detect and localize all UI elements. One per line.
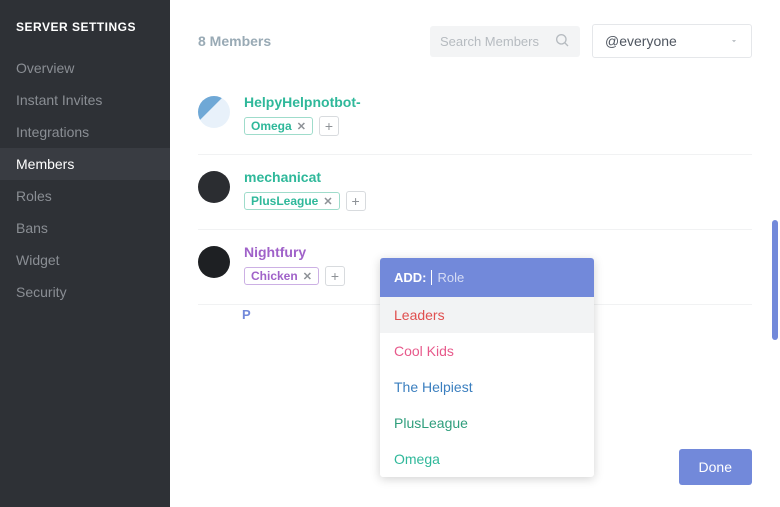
nav-label: Members bbox=[16, 156, 74, 172]
role-filter-value: @everyone bbox=[605, 33, 677, 49]
remove-role-icon[interactable]: ✕ bbox=[297, 120, 306, 133]
member-info: Nightfury Chicken ✕ + bbox=[244, 244, 345, 286]
search-icon bbox=[554, 32, 570, 51]
done-button[interactable]: Done bbox=[679, 449, 752, 485]
role-chip[interactable]: Omega ✕ bbox=[244, 117, 313, 135]
add-role-button[interactable]: + bbox=[319, 116, 339, 136]
role-option-label: The Helpiest bbox=[394, 379, 473, 395]
sidebar-item-widget[interactable]: Widget bbox=[0, 244, 170, 276]
avatar bbox=[198, 96, 230, 128]
role-option[interactable]: The Helpiest bbox=[380, 369, 594, 405]
role-chip[interactable]: PlusLeague ✕ bbox=[244, 192, 340, 210]
sidebar-item-roles[interactable]: Roles bbox=[0, 180, 170, 212]
sidebar-item-instant-invites[interactable]: Instant Invites bbox=[0, 84, 170, 116]
topbar: 8 Members @everyone bbox=[170, 0, 780, 70]
role-chips: Chicken ✕ + bbox=[244, 266, 345, 286]
nav-label: Integrations bbox=[16, 124, 89, 140]
nav-label: Roles bbox=[16, 188, 52, 204]
role-option[interactable]: Omega bbox=[380, 441, 594, 477]
popover-add-label: ADD: bbox=[394, 270, 427, 285]
add-role-button[interactable]: + bbox=[346, 191, 366, 211]
app-root: SERVER SETTINGS Overview Instant Invites… bbox=[0, 0, 780, 507]
sidebar-title: SERVER SETTINGS bbox=[0, 10, 170, 52]
role-option-label: Cool Kids bbox=[394, 343, 454, 359]
sidebar: SERVER SETTINGS Overview Instant Invites… bbox=[0, 0, 170, 507]
nav-label: Security bbox=[16, 284, 67, 300]
member-row: mechanicat PlusLeague ✕ + bbox=[198, 155, 752, 230]
role-option-label: PlusLeague bbox=[394, 415, 468, 431]
popover-placeholder: Role bbox=[438, 270, 465, 285]
role-chips: PlusLeague ✕ + bbox=[244, 191, 366, 211]
nav-label: Widget bbox=[16, 252, 60, 268]
role-option[interactable]: Cool Kids bbox=[380, 333, 594, 369]
sidebar-item-members[interactable]: Members bbox=[0, 148, 170, 180]
member-info: HelpyHelpnotbot- Omega ✕ + bbox=[244, 94, 361, 136]
text-caret-icon bbox=[431, 270, 432, 285]
add-role-button[interactable]: + bbox=[325, 266, 345, 286]
avatar bbox=[198, 246, 230, 278]
search-wrapper[interactable] bbox=[430, 26, 580, 57]
chevron-down-icon bbox=[729, 33, 739, 49]
role-option[interactable]: Leaders bbox=[380, 297, 594, 333]
sidebar-item-security[interactable]: Security bbox=[0, 276, 170, 308]
role-chip-label: PlusLeague bbox=[251, 194, 318, 208]
member-username: HelpyHelpnotbot- bbox=[244, 94, 361, 110]
role-option-label: Omega bbox=[394, 451, 440, 467]
role-option-label: Leaders bbox=[394, 307, 445, 323]
search-input[interactable] bbox=[440, 34, 554, 49]
nav-label: Bans bbox=[16, 220, 48, 236]
role-chip-label: Chicken bbox=[251, 269, 298, 283]
popover-header[interactable]: ADD: Role bbox=[380, 258, 594, 297]
remove-role-icon[interactable]: ✕ bbox=[303, 270, 312, 283]
remove-role-icon[interactable]: ✕ bbox=[323, 195, 332, 208]
role-chips: Omega ✕ + bbox=[244, 116, 361, 136]
role-chip-label: Omega bbox=[251, 119, 292, 133]
member-username: Nightfury bbox=[244, 244, 345, 260]
sidebar-item-bans[interactable]: Bans bbox=[0, 212, 170, 244]
role-option[interactable]: PlusLeague bbox=[380, 405, 594, 441]
sidebar-item-integrations[interactable]: Integrations bbox=[0, 116, 170, 148]
nav-label: Overview bbox=[16, 60, 74, 76]
nav-label: Instant Invites bbox=[16, 92, 102, 108]
avatar bbox=[198, 171, 230, 203]
member-count: 8 Members bbox=[198, 33, 418, 49]
main-panel: 8 Members @everyone HelpyHelpnotbot- bbox=[170, 0, 780, 507]
member-info: mechanicat PlusLeague ✕ + bbox=[244, 169, 366, 211]
sidebar-item-overview[interactable]: Overview bbox=[0, 52, 170, 84]
member-row: HelpyHelpnotbot- Omega ✕ + bbox=[198, 80, 752, 155]
role-chip[interactable]: Chicken ✕ bbox=[244, 267, 319, 285]
add-role-popover: ADD: Role Leaders Cool Kids The Helpiest… bbox=[380, 258, 594, 477]
member-username: mechanicat bbox=[244, 169, 366, 185]
role-filter-select[interactable]: @everyone bbox=[592, 24, 752, 58]
scrollbar-thumb[interactable] bbox=[772, 220, 778, 340]
